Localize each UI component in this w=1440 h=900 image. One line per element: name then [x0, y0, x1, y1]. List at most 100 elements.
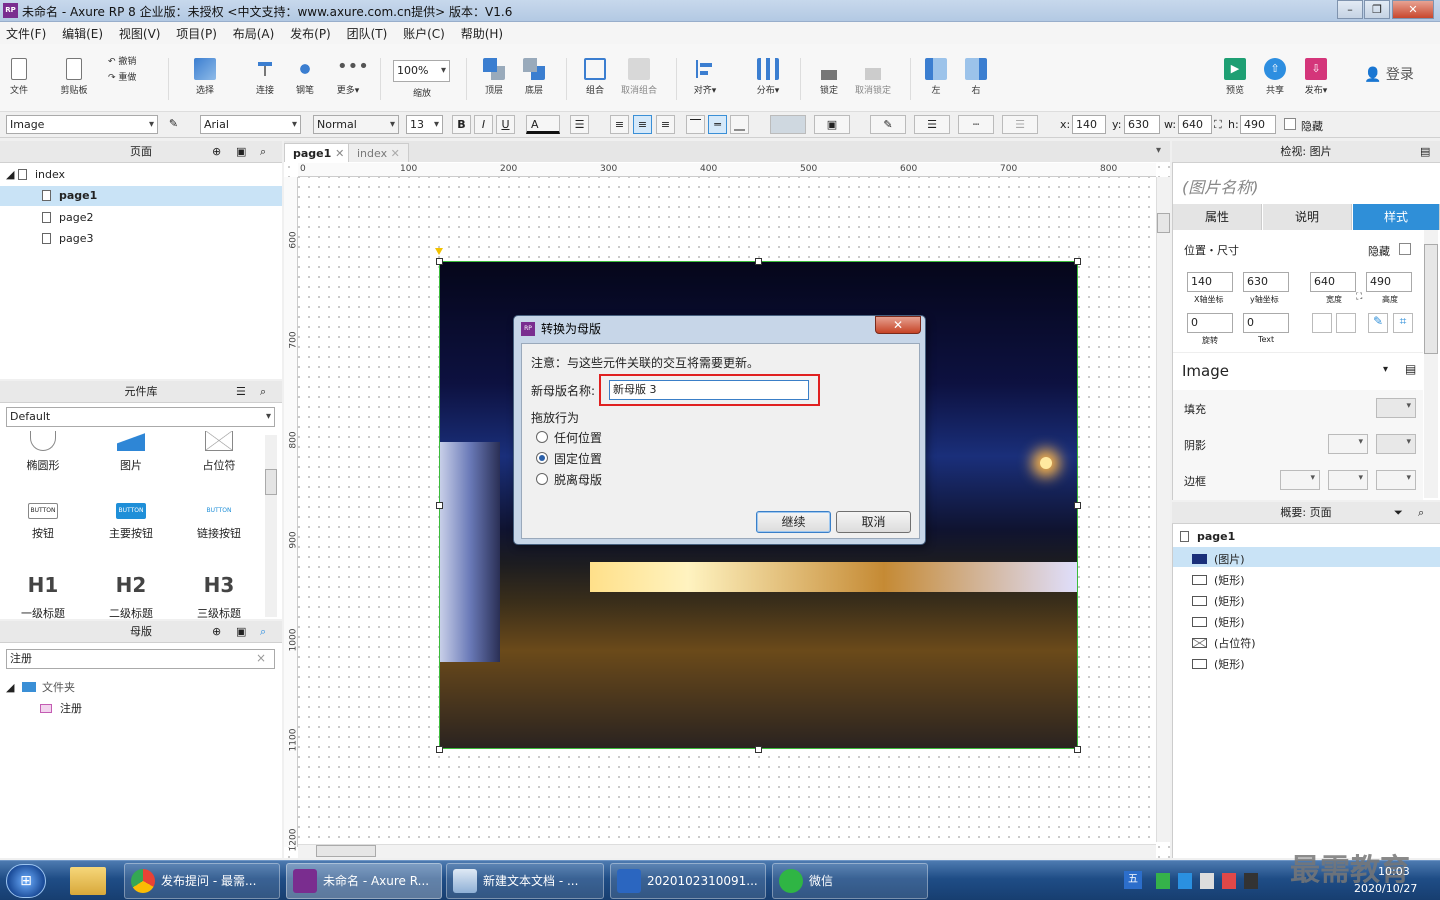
minimize-button[interactable]: – — [1337, 0, 1363, 19]
tabs-dropdown-icon[interactable]: ▾ — [1156, 145, 1161, 156]
crop-icon[interactable]: ⌗ — [1393, 313, 1413, 333]
outer-shadow-picker[interactable] — [1328, 434, 1368, 454]
share-button[interactable]: ⇧ 共享 — [1260, 58, 1290, 96]
fill-color-picker[interactable] — [1376, 398, 1416, 418]
resize-handle-ml[interactable] — [436, 502, 443, 509]
edit-image-icon[interactable]: ✎ — [1368, 313, 1388, 333]
menu-publish[interactable]: 发布(P) — [284, 22, 337, 45]
tree-item-page2[interactable]: page2 — [42, 211, 93, 224]
close-tab-icon[interactable]: ✕ — [335, 147, 344, 160]
inspector-x-input[interactable]: 140 — [1187, 272, 1233, 292]
rotation-handle-icon[interactable] — [435, 248, 443, 255]
valign-top-icon[interactable]: ⎺ — [686, 115, 705, 134]
notes-icon[interactable]: ▤ — [1420, 141, 1430, 163]
preview-button[interactable]: ▶ 预览 — [1220, 58, 1250, 96]
system-tray-icons[interactable] — [1156, 873, 1266, 889]
menu-arrange[interactable]: 布局(A) — [227, 22, 281, 45]
outline-item-rect[interactable]: (矩形) — [1192, 614, 1245, 630]
outline-item-placeholder[interactable]: (占位符) — [1192, 635, 1256, 651]
menu-view[interactable]: 视图(V) — [113, 22, 167, 45]
group-button[interactable]: 组合 — [578, 58, 612, 96]
unlock-button[interactable]: 取消锁定 — [850, 58, 896, 96]
widget-style-select[interactable]: Image — [6, 115, 158, 134]
radio-break-away[interactable] — [536, 473, 548, 485]
outline-page[interactable]: page1 — [1180, 530, 1235, 543]
widget-h3[interactable]: H3 三级标题 — [179, 573, 259, 621]
outline-search-icon[interactable]: ⌕ — [1418, 502, 1424, 524]
auto-fit-icon[interactable] — [1336, 313, 1356, 333]
inspector-hidden-checkbox[interactable] — [1399, 243, 1411, 255]
font-family-select[interactable]: Arial — [200, 115, 301, 134]
master-folder[interactable]: ◢ 文件夹 — [6, 679, 75, 695]
line-style-button[interactable]: ┄ — [958, 115, 994, 134]
valign-middle-icon[interactable]: ═ — [708, 115, 727, 134]
bullet-list-icon[interactable]: ☰ — [570, 115, 589, 134]
add-folder-icon[interactable]: ▣ — [236, 141, 246, 163]
arrow-style-button[interactable]: ☰ — [1002, 115, 1038, 134]
library-menu-icon[interactable]: ☰ — [236, 381, 246, 403]
ungroup-button[interactable]: 取消组合 — [616, 58, 662, 96]
resize-handle-tl[interactable] — [436, 258, 443, 265]
inspector-y-input[interactable]: 630 — [1243, 272, 1289, 292]
underline-button[interactable]: U — [496, 115, 515, 134]
tree-item-page3[interactable]: page3 — [42, 232, 93, 245]
border-color-picker[interactable] — [1328, 470, 1368, 490]
bold-button[interactable]: B — [452, 115, 471, 134]
resize-handle-br[interactable] — [1074, 746, 1081, 753]
widget-link-button[interactable]: BUTTON 链接按钮 — [179, 503, 259, 541]
menu-team[interactable]: 团队(T) — [341, 22, 394, 45]
style-name[interactable]: Image — [1182, 362, 1229, 380]
aspect-ratio-icon[interactable]: ⛶ — [1356, 292, 1362, 302]
master-name-input[interactable]: 新母版 3 — [609, 380, 809, 400]
align-left-icon[interactable]: ≡ — [610, 115, 629, 134]
distribute-button[interactable]: 分布▾ — [748, 58, 788, 96]
widget-h1[interactable]: H1 一级标题 — [3, 573, 83, 621]
x-input[interactable]: 140 — [1072, 115, 1106, 134]
widget-primary-button[interactable]: BUTTON 主要按钮 — [91, 503, 171, 541]
resize-handle-bl[interactable] — [436, 746, 443, 753]
add-page-icon[interactable]: ⊕ — [212, 141, 221, 163]
style-edit-icon[interactable]: ✎ — [164, 115, 183, 134]
close-tab-icon[interactable]: ✕ — [391, 147, 400, 160]
clear-search-icon[interactable]: × — [256, 651, 266, 665]
resize-handle-tr[interactable] — [1074, 258, 1081, 265]
font-size-select[interactable]: 13 — [406, 115, 443, 134]
radio-lock-to-location[interactable] — [536, 452, 548, 464]
zoom-select[interactable]: 100% — [393, 60, 450, 82]
master-search-input[interactable]: 注册 — [6, 649, 275, 669]
fit-content-icon[interactable] — [1312, 313, 1332, 333]
text-color-button[interactable]: A — [526, 115, 560, 134]
tab-index[interactable]: index ✕ — [348, 143, 409, 163]
outline-item-rect[interactable]: (矩形) — [1192, 593, 1245, 609]
border-width-picker[interactable] — [1280, 470, 1320, 490]
aspect-lock-icon[interactable]: ⛶ — [1214, 118, 1222, 132]
right-button[interactable]: 右 — [962, 58, 990, 96]
cancel-button[interactable]: 取消 — [836, 511, 911, 533]
more-button[interactable]: ••• 更多▾ — [328, 58, 369, 97]
left-button[interactable]: 左 — [922, 58, 950, 96]
inspector-scrollbar[interactable] — [1424, 230, 1438, 498]
lock-button[interactable]: 锁定 — [812, 58, 846, 96]
menu-project[interactable]: 项目(P) — [170, 22, 223, 45]
send-to-back-button[interactable]: 底层 — [518, 58, 550, 96]
widget-ellipse[interactable]: 椭圆形 — [3, 431, 83, 473]
outline-item-rect[interactable]: (矩形) — [1192, 656, 1245, 672]
rotation-input[interactable]: 0 — [1187, 313, 1233, 333]
outline-item-rect[interactable]: (矩形) — [1192, 572, 1245, 588]
redo-button[interactable]: ↷ 重做 — [108, 70, 152, 83]
menu-file[interactable]: 文件(F) — [0, 22, 52, 45]
continue-button[interactable]: 继续 — [756, 511, 831, 533]
menu-help[interactable]: 帮助(H) — [455, 22, 509, 45]
library-select[interactable]: Default — [6, 407, 275, 427]
resize-handle-tc[interactable] — [755, 258, 762, 265]
inspector-w-input[interactable]: 640 — [1310, 272, 1356, 292]
inspector-h-input[interactable]: 490 — [1366, 272, 1412, 292]
tab-properties[interactable]: 属性 — [1173, 204, 1262, 230]
option-any-location[interactable]: 任何位置 — [554, 429, 602, 446]
clipboard-button[interactable]: 剪贴板 — [56, 58, 92, 96]
style-dropdown-icon[interactable]: ▾ — [1383, 364, 1388, 375]
style-manage-icon[interactable]: ▤ — [1405, 362, 1416, 376]
input-method-icon[interactable]: 五 — [1124, 871, 1142, 889]
widget-button[interactable]: BUTTON 按钮 — [3, 503, 83, 541]
option-lock-to-location[interactable]: 固定位置 — [554, 450, 602, 467]
